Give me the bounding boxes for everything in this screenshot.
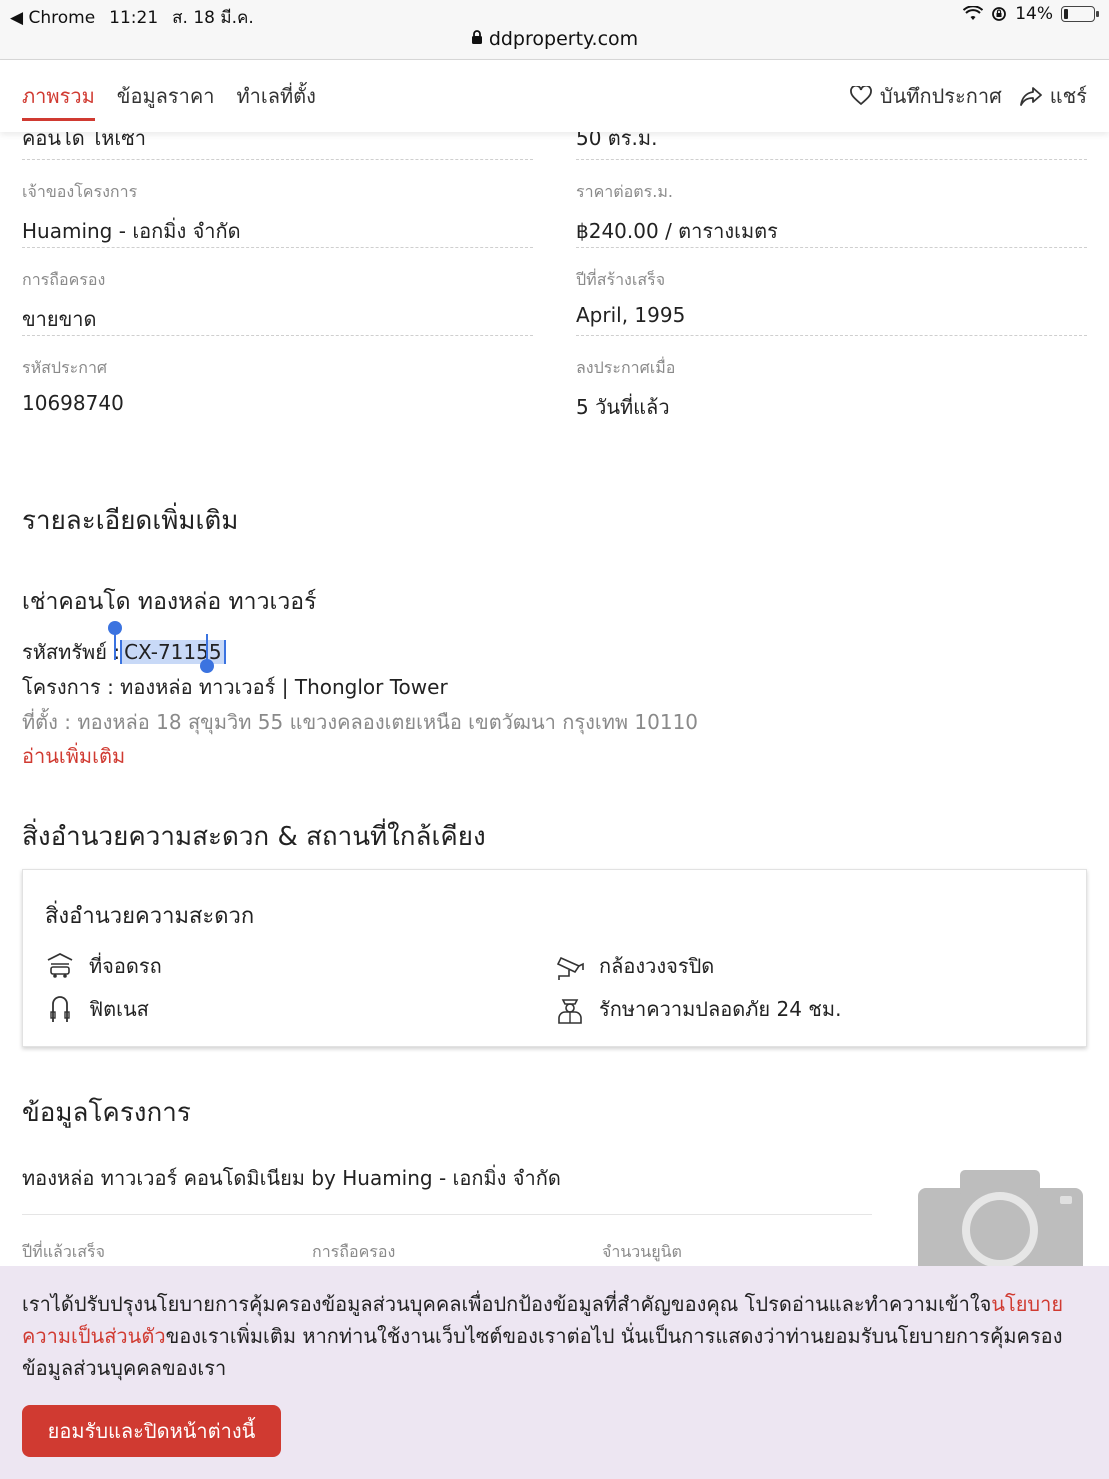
detail-label: ปีที่สร้างเสร็จ [576,270,666,289]
detail-value: ขายขาด [22,307,97,331]
detail-value: 10698740 [22,391,124,415]
detail-label: ราคาต่อตร.ม. [576,182,673,201]
tab-overview[interactable]: ภาพรวม [22,80,95,121]
detail-tenure: การถือครอง ขายขาด [22,268,533,335]
battery-icon [1061,6,1099,22]
selection-start-line [114,630,116,660]
share-icon [1019,87,1042,106]
back-app-label: Chrome [28,7,96,28]
detail-developer: เจ้าของโครงการ Huaming - เอกมิ่ง จำกัด [22,180,533,247]
project-tenure-label: การถือครอง [312,1242,396,1261]
divider [576,335,1087,336]
amenity-fitness: ฟิตเนส [45,993,149,1025]
privacy-text-before: เราได้ปรับปรุงนโยบายการคุ้มครองข้อมูลส่ว… [22,1292,992,1316]
listing-title: เช่าคอนโด ทองหล่อ ทาวเวอร์ [22,589,317,615]
listing-tab-nav: ภาพรวม ข้อมูลราคา ทำเลที่ตั้ง บันทึกประก… [0,60,1109,132]
share-button[interactable]: แชร์ [1019,80,1087,112]
divider [576,247,1087,248]
rotation-lock-icon [992,7,1007,21]
amenity-label: ฟิตเนส [89,997,149,1021]
detail-price-per-sqm: ราคาต่อตร.ม. ฿240.00 / ตารางเมตร [576,180,1087,247]
amenity-label: กล้องวงจรปิด [599,954,715,978]
parking-icon [47,952,73,978]
detail-posted-date: ลงประกาศเมื่อ 5 วันที่แล้ว [576,356,1087,423]
project-info-heading: ข้อมูลโครงการ [22,1098,191,1128]
cctv-icon [556,956,584,980]
detail-label: ลงประกาศเมื่อ [576,358,676,377]
read-more-link[interactable]: อ่านเพิ่มเติม [22,740,125,772]
detail-value: April, 1995 [576,303,686,327]
date: ส. 18 มี.ค. [172,8,254,28]
address-bar[interactable]: ddproperty.com [0,28,1109,60]
divider [576,159,1087,160]
tab-location[interactable]: ทำเลที่ตั้ง [236,80,315,121]
detail-value: 5 วันที่แล้ว [576,395,670,419]
share-label: แชร์ [1049,84,1087,108]
privacy-notice-text: เราได้ปรับปรุงนโยบายการคุ้มครองข้อมูลส่ว… [22,1288,1082,1384]
detail-label: เจ้าของโครงการ [22,182,138,201]
wifi-icon [963,6,984,20]
detail-value: ฿240.00 / ตารางเมตร [576,219,778,243]
battery-level [1064,9,1068,19]
save-listing-label: บันทึกประกาศ [879,84,1002,108]
amenities-card-title: สิ่งอำนวยความสะดวก [45,904,255,929]
divider [22,335,533,336]
amenity-cctv: กล้องวงจรปิด [555,950,714,982]
project-units-label: จำนวนยูนิต [602,1242,682,1261]
ios-status-bar: ◀ Chrome 11:21 ส. 18 มี.ค. 14% [0,0,1109,28]
privacy-cookie-banner: เราได้ปรับปรุงนโยบายการคุ้มครองข้อมูลส่ว… [0,1266,1109,1479]
detail-label: รหัสประกาศ [22,358,108,377]
divider [22,1214,872,1215]
project-line: โครงการ : ทองหล่อ ทาวเวอร์ | Thonglor To… [22,675,448,699]
amenity-security: รักษาความปลอดภัย 24 ชม. [555,993,841,1025]
location-line: ที่ตั้ง : ทองหล่อ 18 สุขุมวิท 55 แขวงคลอ… [22,710,699,734]
url-text: ddproperty.com [488,28,639,50]
clock: 11:21 [109,7,159,28]
more-details-heading: รายละเอียดเพิ่มเติม [22,506,239,536]
save-listing-button[interactable]: บันทึกประกาศ [850,80,1002,112]
property-code-line: รหัสทรัพย์ : CX-71155 [22,636,226,668]
project-description: ทองหล่อ ทาวเวอร์ คอนโดมิเนียม by Huaming… [22,1166,561,1190]
detail-label: การถือครอง [22,270,106,289]
amenity-label: ที่จอดรถ [89,954,162,978]
amenity-label: รักษาความปลอดภัย 24 ชม. [599,997,842,1021]
project-completion-label: ปีที่แล้วเสร็จ [22,1242,106,1261]
battery-percent: 14% [1015,4,1053,24]
camera-placeholder-icon [918,1170,1083,1268]
amenity-parking: ที่จอดรถ [45,950,162,982]
security-guard-icon [558,999,582,1024]
back-to-app-link[interactable]: ◀ Chrome [10,8,95,28]
lock-icon [471,30,482,44]
detail-completion-year: ปีที่สร้างเสร็จ April, 1995 [576,268,1087,327]
amenities-heading: สิ่งอำนวยความสะดวก & สถานที่ใกล้เคียง [22,822,486,852]
divider [22,159,533,160]
property-code-label: รหัสทรัพย์ : [22,640,121,664]
detail-listing-id: รหัสประกาศ 10698740 [22,356,533,415]
detail-value: Huaming - เอกมิ่ง จำกัด [22,219,241,243]
divider [22,247,533,248]
heart-icon [850,86,872,106]
amenities-card: สิ่งอำนวยความสะดวก ที่จอดรถ กล้องวงจรปิด… [22,869,1087,1047]
fitness-icon [50,996,70,1022]
privacy-text-after: ของเราเพิ่มเติม หากท่านใช้งานเว็บไซต์ของ… [22,1324,1063,1380]
tab-price-info[interactable]: ข้อมูลราคา [117,80,215,121]
accept-and-close-button[interactable]: ยอมรับและปิดหน้าต่างนี้ [22,1405,281,1457]
